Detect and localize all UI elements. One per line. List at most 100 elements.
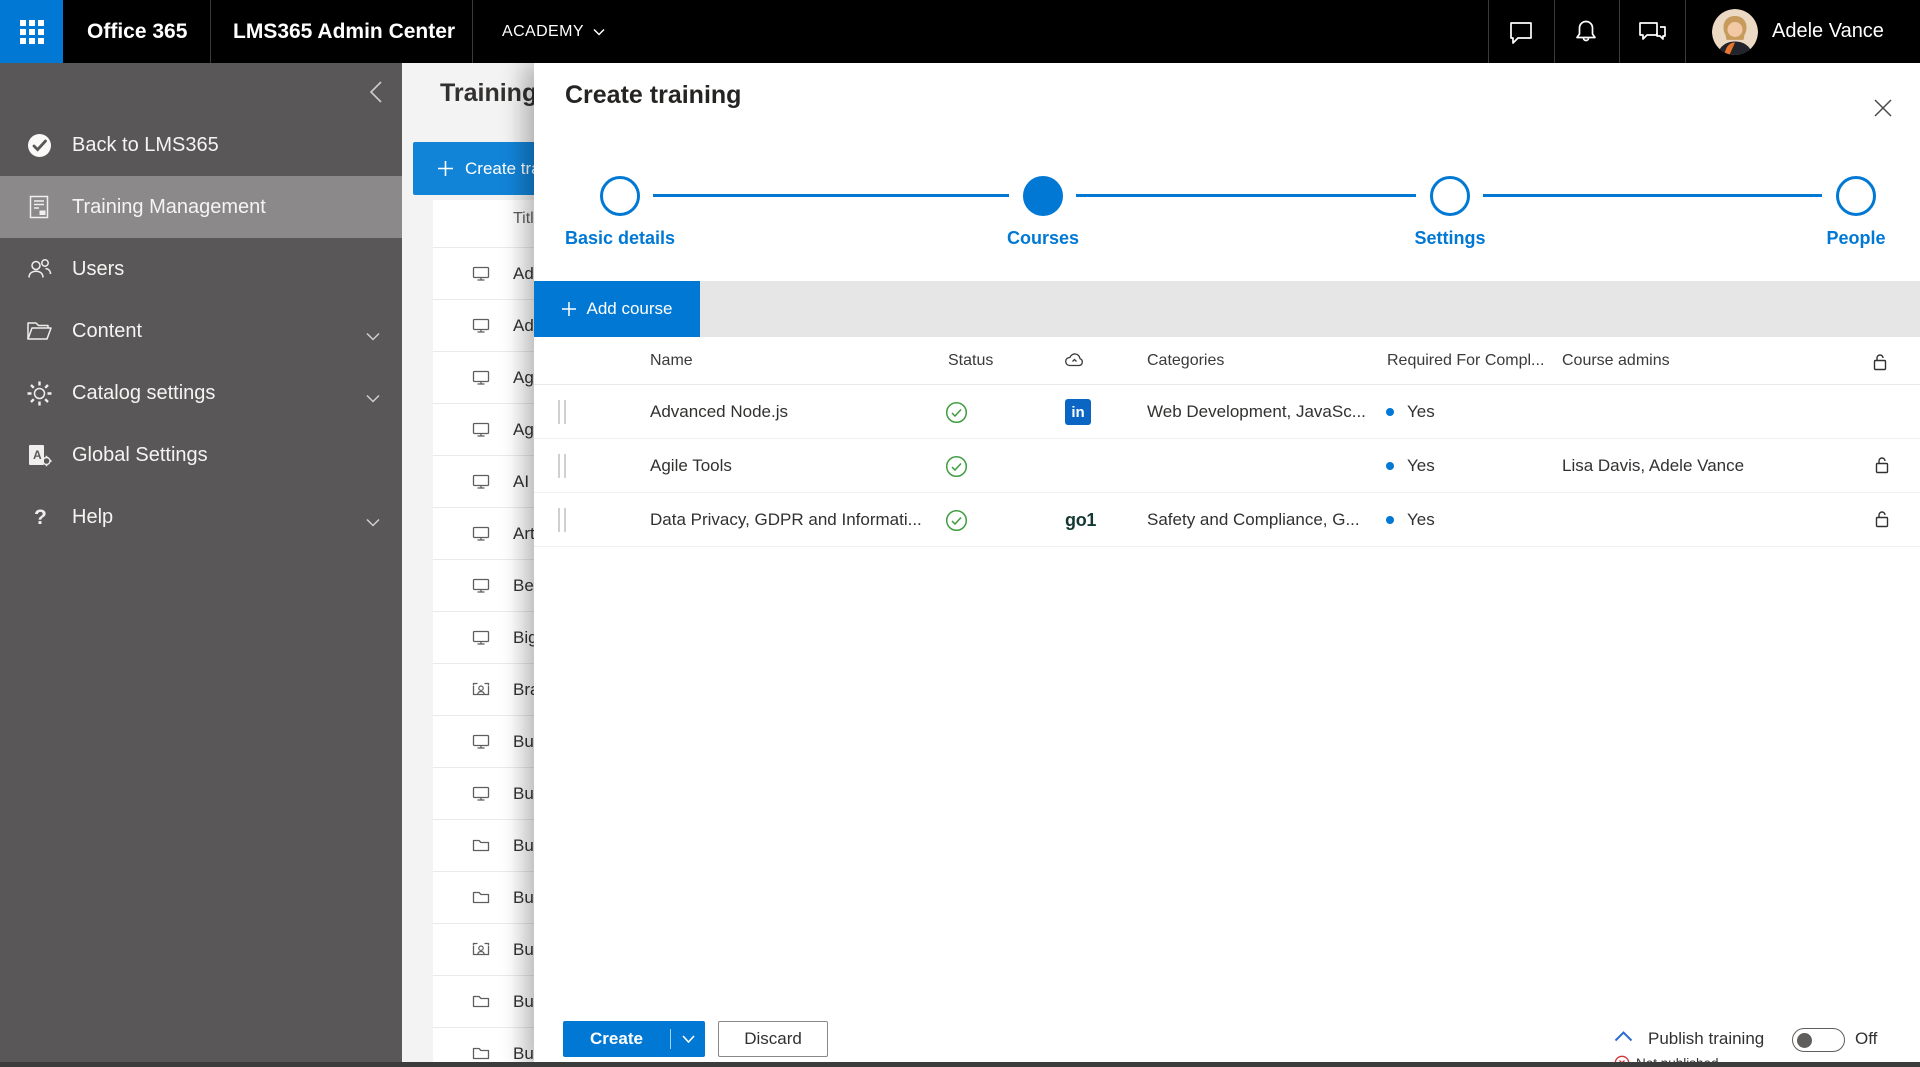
help-icon: ?: [24, 504, 54, 530]
training-title: AI: [513, 472, 530, 491]
sidebar-item-global-settings[interactable]: A Global Settings: [0, 424, 402, 486]
sidebar-item-label: Catalog settings: [72, 381, 216, 404]
divider: [210, 0, 211, 63]
monitor-icon: [472, 265, 490, 287]
course-row[interactable]: Agile Tools Yes Lisa Davis, Adele Vance: [534, 439, 1920, 493]
create-split-button[interactable]: Create: [563, 1021, 705, 1057]
monitor-icon: [472, 369, 490, 391]
sidebar-item-help[interactable]: ? Help: [0, 486, 402, 548]
tenant-name: ACADEMY: [502, 22, 584, 40]
step-label-basic-details[interactable]: Basic details: [510, 228, 730, 249]
drag-handle-icon[interactable]: [558, 508, 566, 532]
required-dot-icon: [1386, 462, 1394, 470]
sidebar-item-label: Back to LMS365: [72, 133, 219, 156]
step-label-courses[interactable]: Courses: [933, 228, 1153, 249]
training-title: Ag: [513, 420, 534, 439]
step-circle-courses[interactable]: [1023, 176, 1063, 216]
divider: [472, 0, 473, 63]
close-icon: [1874, 99, 1892, 117]
course-row[interactable]: Data Privacy, GDPR and Informati... go1 Sa…: [534, 493, 1920, 547]
folder-icon: [472, 889, 490, 910]
sidebar-item-label: Training Management: [72, 195, 266, 218]
chevron-down-icon: [366, 386, 380, 409]
gear-icon: [24, 380, 54, 407]
published-check-icon: [945, 509, 968, 537]
feedback-icon[interactable]: [1621, 0, 1683, 63]
linkedin-icon: in: [1065, 399, 1091, 425]
sidebar: Back to LMS365 Training Management Users Co…: [0, 63, 402, 1067]
create-dropdown-button[interactable]: [671, 1035, 705, 1043]
close-button[interactable]: [1864, 89, 1902, 127]
chevron-down-icon: [366, 324, 380, 347]
published-check-icon: [945, 401, 968, 429]
training-title: Ad: [513, 316, 534, 335]
sidebar-collapse-button[interactable]: [358, 75, 392, 109]
lock-icon[interactable]: [1874, 509, 1890, 534]
waffle-icon: [19, 19, 44, 44]
lock-icon[interactable]: [1874, 455, 1890, 480]
monitor-icon: [472, 473, 490, 495]
app-launcher-button[interactable]: [0, 0, 63, 63]
publish-toggle[interactable]: [1792, 1028, 1845, 1052]
folder-icon: [472, 837, 490, 858]
step-circle-settings[interactable]: [1430, 176, 1470, 216]
divider: [1488, 0, 1489, 63]
drag-handle-icon[interactable]: [558, 454, 566, 478]
monitor-icon: [472, 577, 490, 599]
divider: [1685, 0, 1686, 63]
course-categories: Web Development, JavaSc...: [1147, 402, 1366, 421]
discard-button[interactable]: Discard: [718, 1021, 828, 1057]
create-training-panel: Create training Basic details Courses Sett…: [534, 63, 1920, 1067]
sidebar-item-content[interactable]: Content: [0, 300, 402, 362]
course-admins: Lisa Davis, Adele Vance: [1562, 456, 1745, 475]
course-categories: Safety and Compliance, G...: [1147, 510, 1360, 529]
app-title[interactable]: LMS365 Admin Center: [233, 0, 455, 63]
step-connector: [653, 194, 1009, 197]
go1-icon: go1: [1065, 510, 1097, 530]
chevron-down-icon: [366, 510, 380, 533]
drag-handle-icon[interactable]: [558, 400, 566, 424]
publish-collapse-button[interactable]: [1614, 1029, 1633, 1047]
step-circle-basic-details[interactable]: [600, 176, 640, 216]
sidebar-item-catalog-settings[interactable]: Catalog settings: [0, 362, 402, 424]
bell-icon[interactable]: [1555, 0, 1617, 63]
screen: Office 365 LMS365 Admin Center ACADEMY A…: [0, 0, 1920, 1067]
training-document-icon: [24, 194, 54, 220]
divider: [1619, 0, 1620, 63]
course-name: Advanced Node.js: [650, 402, 788, 421]
course-name: Agile Tools: [650, 456, 732, 475]
header-name: Name: [650, 352, 693, 369]
user-avatar[interactable]: [1712, 9, 1758, 55]
training-title: Bu: [513, 732, 534, 751]
required-for-completion: Yes: [1407, 456, 1435, 475]
required-for-completion: Yes: [1407, 402, 1435, 421]
tenant-dropdown[interactable]: ACADEMY: [502, 0, 605, 63]
top-bar: Office 365 LMS365 Admin Center ACADEMY A…: [0, 0, 1920, 63]
step-connector: [1076, 194, 1416, 197]
course-row[interactable]: Advanced Node.js in Web Development, JavaS…: [534, 385, 1920, 439]
chat-icon[interactable]: [1490, 0, 1552, 63]
publish-training-label: Publish training: [1648, 1029, 1765, 1048]
sidebar-item-label: Content: [72, 319, 143, 342]
training-title: Bu: [513, 836, 534, 855]
step-label-settings[interactable]: Settings: [1340, 228, 1560, 249]
plus-icon: [438, 161, 453, 176]
training-title: Ad: [513, 264, 534, 283]
panel-title: Create training: [565, 81, 742, 109]
courses-table-header: Name Status Categories Required For Comp…: [534, 337, 1920, 385]
lock-icon: [1872, 352, 1888, 372]
person-frame-icon: [472, 681, 490, 702]
user-name[interactable]: Adele Vance: [1772, 0, 1884, 63]
person-frame-icon: [472, 941, 490, 962]
course-name: Data Privacy, GDPR and Informati...: [650, 510, 922, 529]
training-title: Bu: [513, 784, 534, 803]
add-course-button[interactable]: Add course: [534, 281, 700, 337]
sidebar-item-training-management[interactable]: Training Management: [0, 176, 402, 238]
sidebar-item-back-to-lms365[interactable]: Back to LMS365: [0, 114, 402, 176]
office365-brand[interactable]: Office 365: [87, 0, 187, 63]
monitor-icon: [472, 785, 490, 807]
sidebar-item-users[interactable]: Users: [0, 238, 402, 300]
header-status: Status: [948, 352, 994, 369]
step-circle-people[interactable]: [1836, 176, 1876, 216]
step-label-people[interactable]: People: [1746, 228, 1920, 249]
